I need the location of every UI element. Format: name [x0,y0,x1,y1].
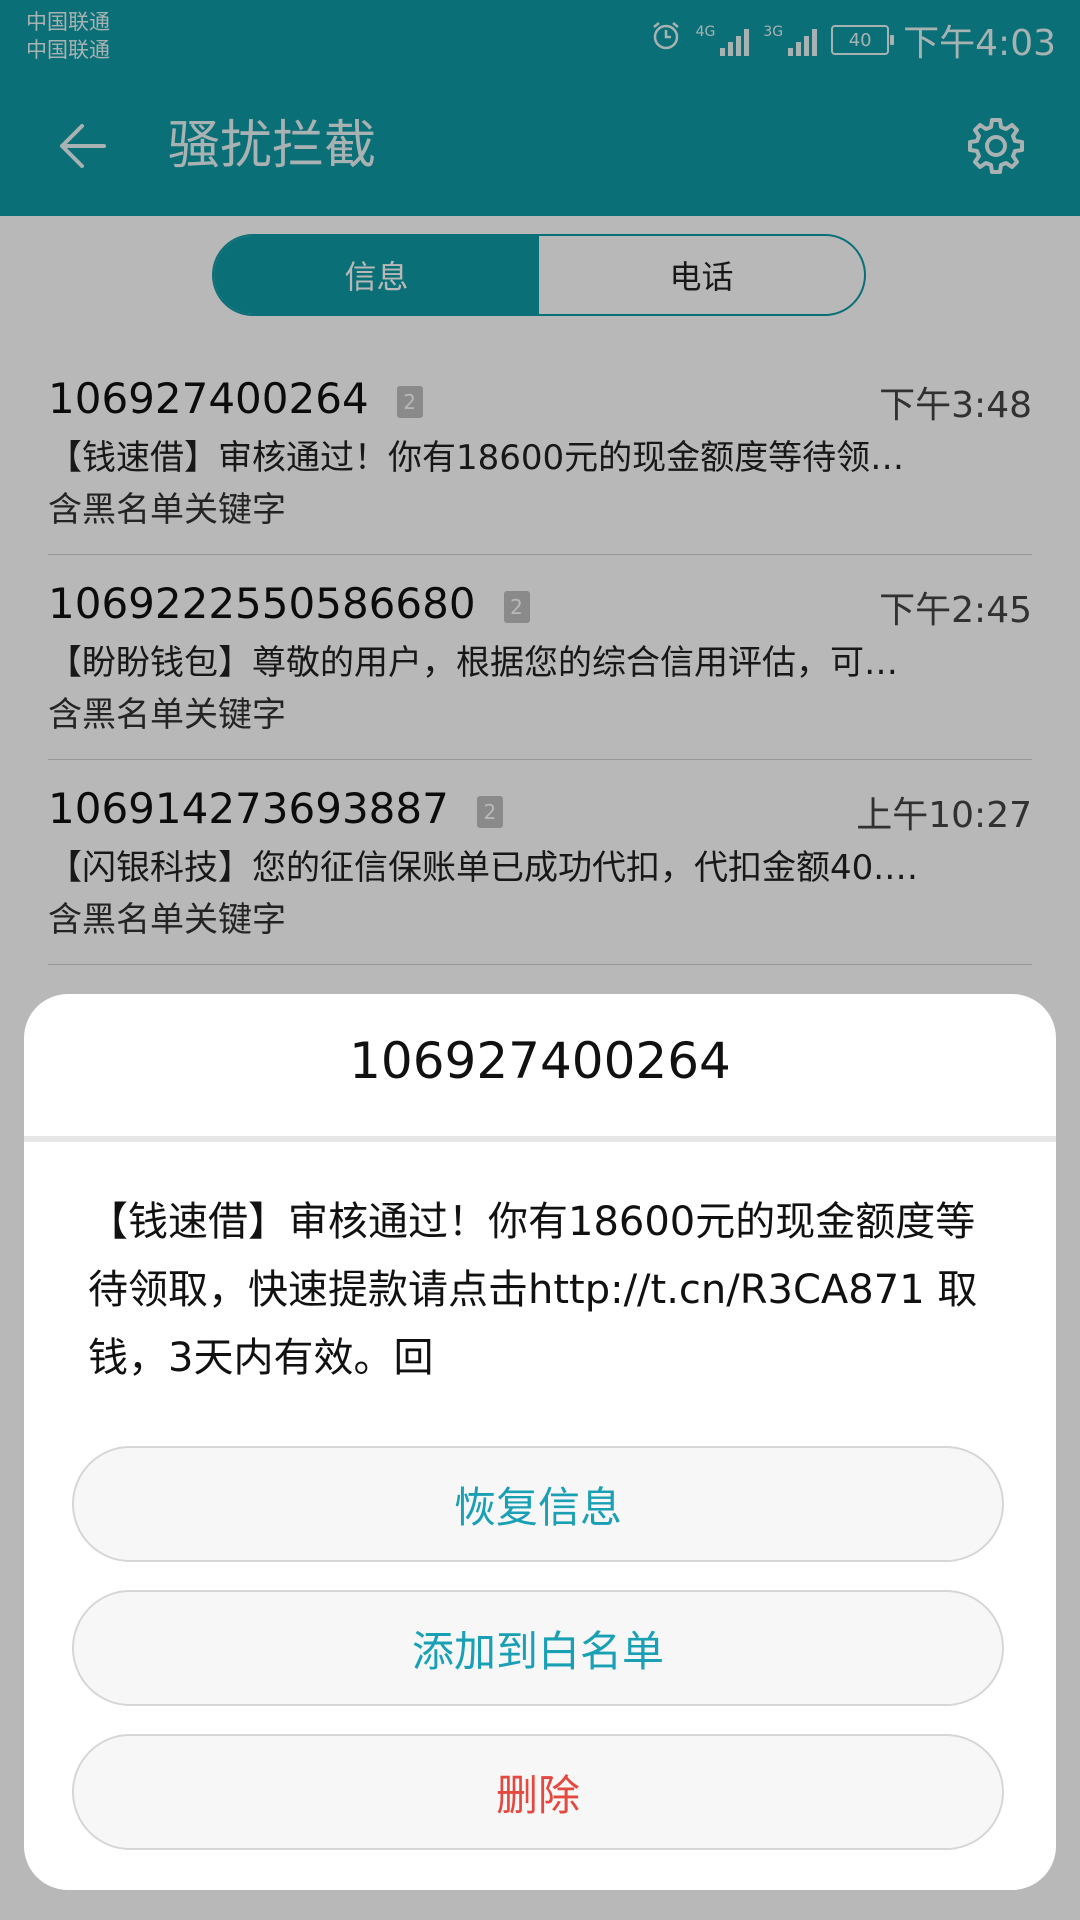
add-to-whitelist-button[interactable]: 添加到白名单 [72,1590,1004,1706]
dialog-divider [24,1136,1056,1142]
screen: 中国联通 中国联通 4G 3G 40 下午4:03 骚扰拦截 信息 电话 106… [0,0,1080,1920]
dialog-title: 106927400264 [349,1032,731,1090]
restore-message-button[interactable]: 恢复信息 [72,1446,1004,1562]
delete-button[interactable]: 删除 [72,1734,1004,1850]
message-dialog: 106927400264 【钱速借】审核通过！你有18600元的现金额度等待领取… [24,994,1056,1890]
dialog-message-body: 【钱速借】审核通过！你有18600元的现金额度等待领取，快速提款请点击http:… [88,1199,978,1381]
